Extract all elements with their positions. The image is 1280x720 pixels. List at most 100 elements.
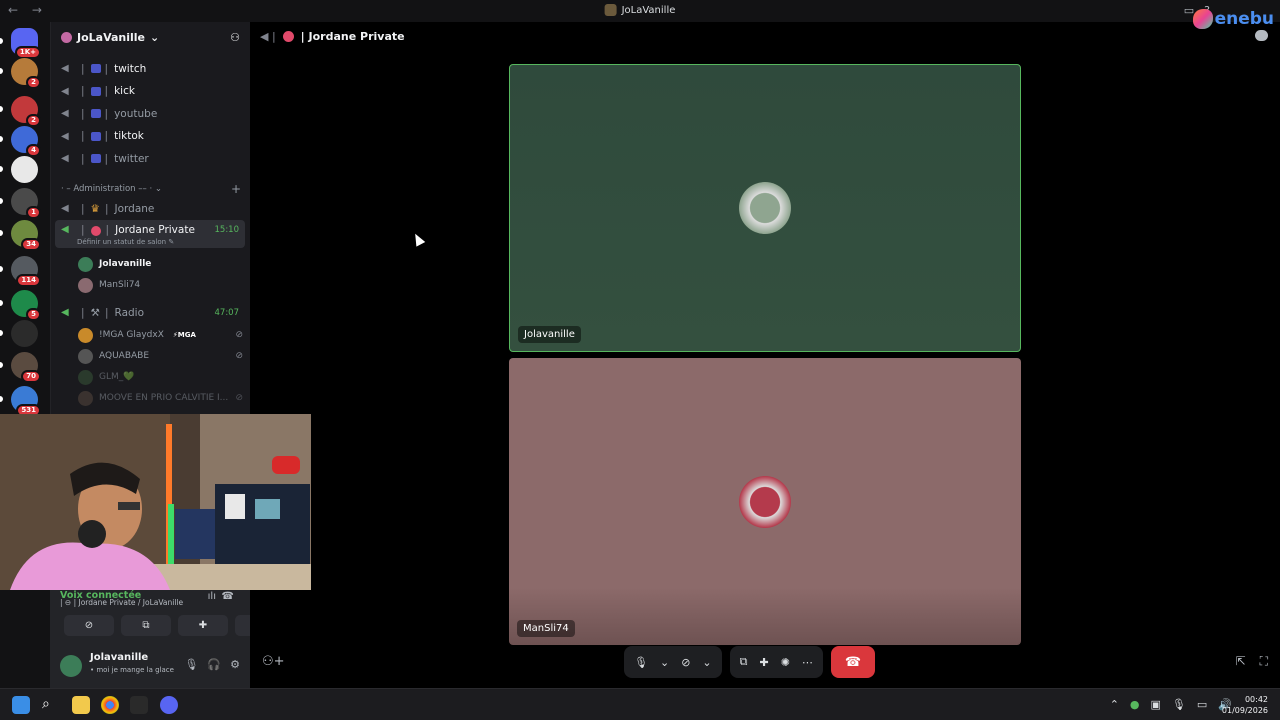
file-explorer-icon[interactable]	[72, 696, 90, 714]
guild-icon[interactable]: 4	[0, 126, 41, 157]
voice-channel[interactable]: ◀ | | youtube	[55, 103, 245, 124]
member-name: GLM_💚	[99, 372, 135, 382]
category-administration[interactable]: · – Administration –– · ⌄ +	[61, 182, 241, 196]
search-icon[interactable]: ⌕	[42, 696, 60, 714]
server-icon	[61, 31, 72, 43]
set-channel-status[interactable]: Définir un statut de salon ✎	[77, 238, 174, 246]
member-name: Jolavanille	[99, 259, 152, 269]
voice-channel[interactable]: ◀ | | twitch	[55, 58, 245, 79]
add-member-icon[interactable]: ⚇	[230, 31, 240, 44]
voice-channel[interactable]: ◀ | | kick	[55, 81, 245, 102]
participant-tile[interactable]: ManSli74	[509, 358, 1021, 645]
title-bar: ← → JoLaVanille ▭ ?	[0, 0, 1280, 22]
guild-icon[interactable]: 2	[0, 96, 41, 127]
mic-group: 🎙 ⌄ ⊘ ⌄	[624, 646, 722, 678]
soundboard-icon[interactable]: ✺	[781, 656, 790, 669]
pop-out-icon[interactable]: ⇱	[1236, 654, 1246, 669]
channel-platform-icon	[90, 109, 101, 118]
epic-games-icon[interactable]	[130, 696, 148, 714]
voice-channel[interactable]: ◀ | | tiktok	[55, 126, 245, 147]
microphone-icon[interactable]: 🎙	[184, 658, 198, 671]
forward-icon[interactable]: →	[32, 3, 42, 17]
server-mini-icon	[604, 4, 617, 16]
share-screen-button[interactable]: ⧉	[121, 615, 171, 636]
gear-icon[interactable]: ⚙	[230, 658, 240, 671]
back-icon[interactable]: ←	[8, 3, 18, 17]
invite-user-icon[interactable]: ⚇+	[262, 654, 285, 669]
voice-member[interactable]: !MGA GlaydxX ⚡MGA ⊘	[78, 325, 243, 345]
share-screen-icon[interactable]: ⧉	[740, 655, 748, 669]
hang-up-button[interactable]: ☎	[830, 646, 875, 678]
status-dot-icon[interactable]: ●	[1130, 698, 1140, 711]
guild-icon[interactable]	[0, 156, 38, 183]
avatar	[78, 256, 93, 272]
guild-icon[interactable]: 114	[0, 256, 41, 287]
voice-member[interactable]: MOOVE EN PRIO CALVITIE I... ⊘	[78, 388, 243, 408]
channel-label: twitch	[114, 62, 147, 75]
crown-icon: ♛	[90, 202, 100, 215]
voice-member[interactable]: Jolavanille	[78, 254, 243, 274]
headphones-icon[interactable]: 🎧	[207, 658, 221, 671]
mention-badge: 34	[21, 238, 41, 251]
chrome-icon[interactable]	[101, 696, 119, 714]
participant-tile[interactable]: Jolavanille	[509, 64, 1021, 352]
chevron-down-icon: ⌄	[150, 30, 160, 44]
microphone-icon[interactable]: 🎙	[1172, 698, 1186, 711]
guild-icon[interactable]: 2	[0, 58, 41, 89]
voice-channel-radio[interactable]: ◀ | ⚒ | Radio 47:07	[55, 302, 245, 323]
channel-label: kick	[114, 85, 135, 97]
activities-button[interactable]: ✚	[178, 615, 228, 636]
voice-member[interactable]: ManSli74	[78, 275, 243, 295]
mention-badge: 4	[26, 144, 41, 157]
mention-badge: 2	[26, 76, 41, 89]
username: Jolavanille	[90, 652, 149, 663]
voice-channel-path[interactable]: | ⊖ | Jordane Private / JoLaVanille	[60, 598, 183, 607]
server-header[interactable]: JoLaVanille ⌄ ⚇	[51, 22, 250, 52]
guild-icon[interactable]: 70	[0, 352, 41, 383]
speaker-icon: ◀	[61, 85, 69, 97]
voice-channel-jordane[interactable]: ◀ | ♛ | Jordane	[55, 198, 245, 219]
voice-member[interactable]: AQUABABE ⊘	[78, 346, 243, 366]
voice-channel-jordane-private[interactable]: ◀ | | Jordane Private 15:10 Définir un s…	[55, 220, 245, 248]
chevron-down-icon[interactable]: ⌄	[702, 656, 711, 669]
noise-suppression-icon[interactable]: ılı	[208, 591, 216, 602]
avatar	[739, 475, 791, 528]
guild-icon[interactable]: 1K+	[0, 28, 41, 59]
guild-icon[interactable]	[0, 320, 38, 347]
unread-pill	[0, 106, 3, 112]
chevron-up-icon[interactable]: ⌃	[1110, 698, 1119, 711]
user-panel: Jolavanille • moi je mange la glace 🎙 🎧 …	[60, 652, 240, 680]
camera-off-icon[interactable]: ⊘	[681, 656, 690, 669]
mention-badge: 1K+	[14, 46, 41, 59]
voice-channel[interactable]: ◀ | | twitter	[55, 148, 245, 169]
windows-start-icon[interactable]	[12, 696, 30, 714]
avatar	[78, 369, 93, 385]
activities-icon[interactable]: ✚	[759, 656, 768, 669]
disconnect-icon[interactable]: ☎	[222, 591, 234, 602]
network-icon[interactable]: ▭	[1197, 698, 1207, 711]
avatar[interactable]	[60, 655, 82, 677]
discord-icon[interactable]	[160, 696, 178, 714]
speaker-icon: ◀	[61, 108, 69, 119]
channel-timer: 47:07	[214, 307, 240, 318]
system-tray: ⌃ ● ▣ 🎙 ▭ 🔊	[1110, 698, 1232, 711]
chevron-down-icon[interactable]: ⌄	[660, 656, 669, 669]
microphone-icon[interactable]: 🎙	[634, 656, 648, 669]
member-tag: ⚡MGA	[172, 331, 196, 339]
webcam-feed	[0, 414, 311, 590]
more-icon[interactable]: ⋯	[802, 656, 813, 669]
guild-icon[interactable]: 34	[0, 220, 41, 251]
voice-member[interactable]: GLM_💚	[78, 367, 243, 387]
fullscreen-icon[interactable]: ⛶	[1260, 654, 1268, 669]
camera-off-button[interactable]: ⊘	[64, 615, 114, 636]
guild-icon[interactable]: 531	[0, 386, 41, 417]
window-title-text: JoLaVanille	[621, 4, 676, 16]
clock[interactable]: 00:42 01/09/2026	[1222, 694, 1268, 716]
server-name: JoLaVanille	[77, 30, 146, 44]
guild-icon[interactable]: 1	[0, 188, 41, 219]
participant-name: ManSli74	[517, 620, 575, 637]
guild-icon[interactable]: 5	[0, 290, 41, 321]
create-channel-icon[interactable]: +	[231, 182, 241, 196]
unread-pill	[0, 362, 3, 368]
tray-app-icon[interactable]: ▣	[1151, 698, 1161, 711]
